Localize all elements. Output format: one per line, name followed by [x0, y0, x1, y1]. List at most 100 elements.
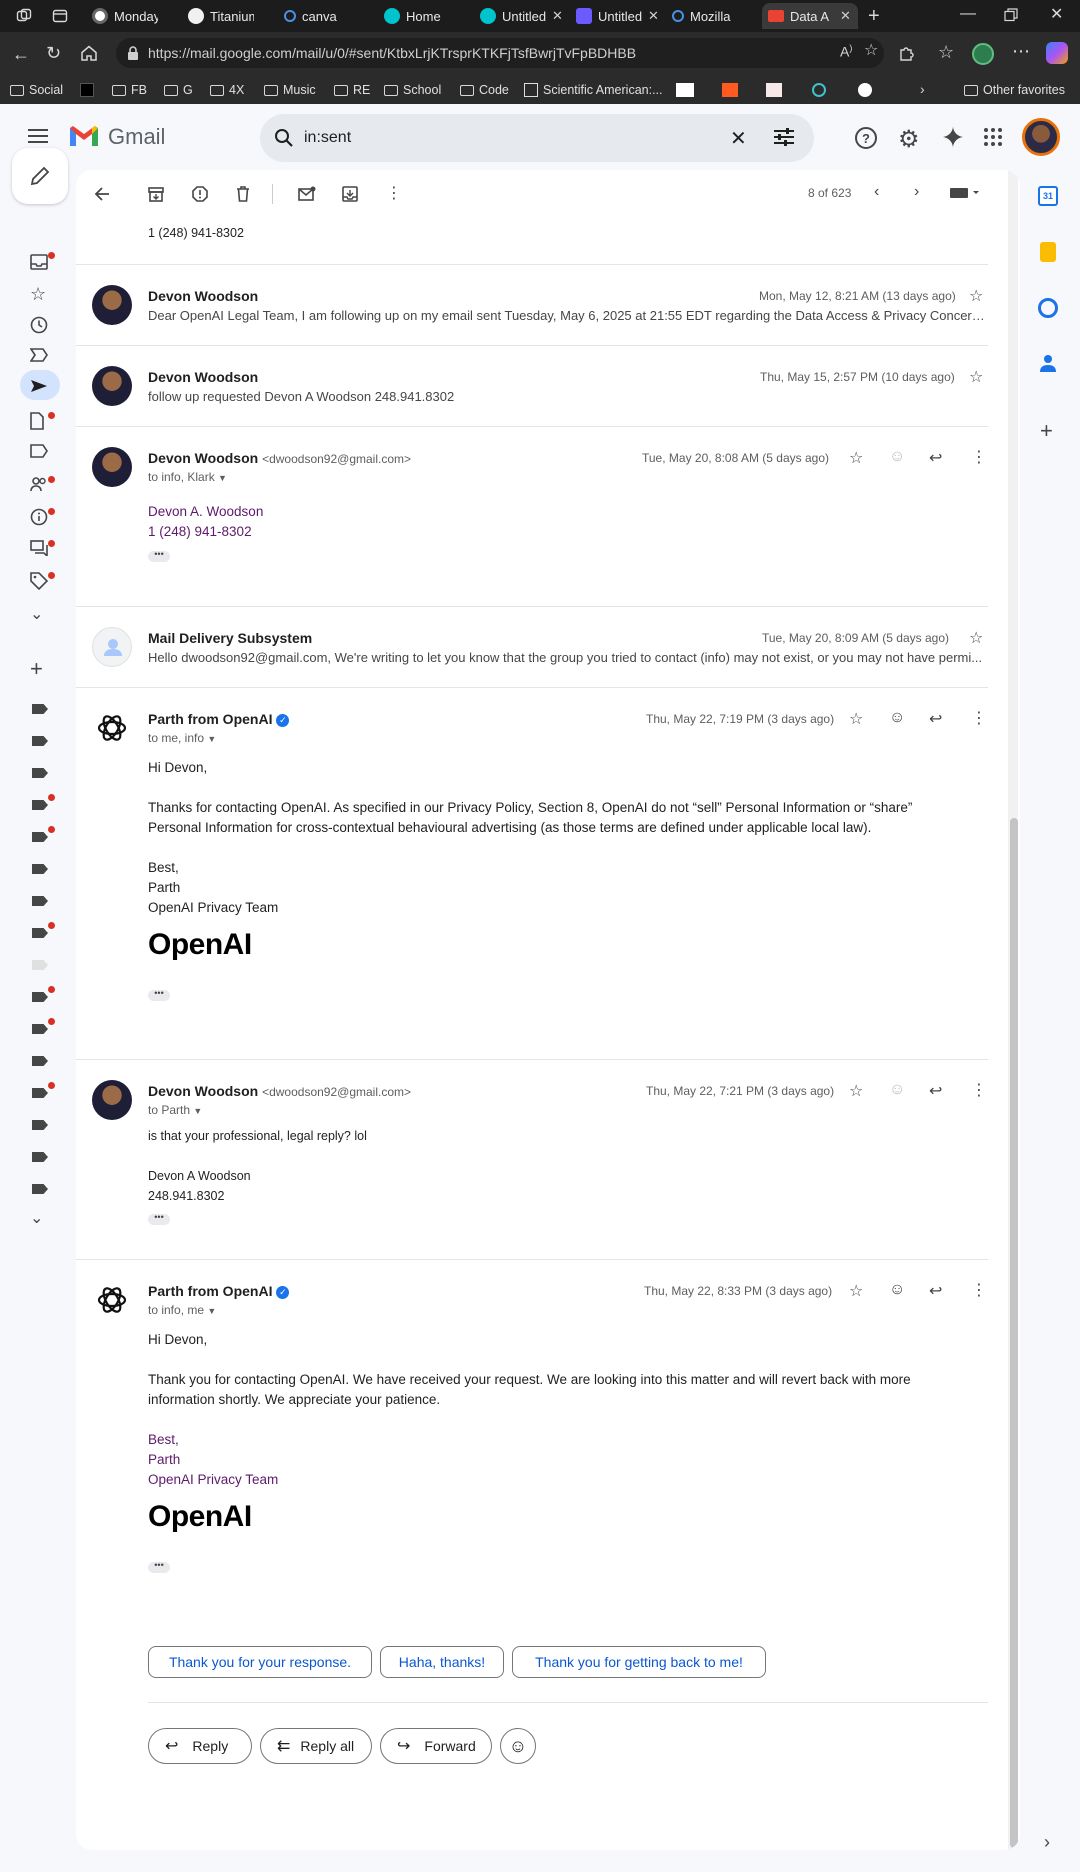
workspaces-icon[interactable] — [16, 8, 32, 24]
search-query-text[interactable]: in:sent — [304, 129, 351, 147]
favorite-star-icon[interactable]: ☆ — [864, 43, 878, 59]
bookmark-music[interactable]: Music — [264, 80, 316, 100]
account-avatar[interactable] — [1022, 118, 1060, 156]
bookmark-scientific-american[interactable]: Scientific American:... — [524, 80, 663, 100]
tab-canva-search[interactable]: canva — [278, 3, 374, 29]
more-actions-vertical-icon[interactable]: ⋮ — [386, 183, 402, 203]
keep-icon[interactable] — [1040, 242, 1056, 262]
refresh-icon[interactable]: ↻ — [46, 44, 61, 62]
add-reaction-emoji-icon[interactable]: ☺ — [889, 709, 905, 727]
more-message-options-icon[interactable]: ⋮ — [971, 1280, 987, 1300]
reply-all-button[interactable]: ⇇ Reply all — [260, 1728, 372, 1764]
sent-icon[interactable] — [30, 379, 48, 393]
site-info-icon[interactable] — [126, 45, 140, 61]
bookmark-site-4[interactable] — [812, 80, 826, 100]
recipients-line[interactable]: to Parth ▼ — [148, 1103, 202, 1117]
more-labels-chevron-down-icon[interactable]: ⌄ — [30, 1208, 43, 1228]
mark-unread-icon[interactable] — [298, 186, 316, 202]
drafts-icon[interactable] — [30, 412, 44, 430]
tab-data-access-active[interactable]: Data A ✕ — [762, 3, 858, 29]
main-menu-icon[interactable] — [28, 128, 48, 144]
label-icon[interactable] — [32, 928, 48, 938]
forums-icon[interactable] — [30, 540, 48, 556]
scrollbar-thumb[interactable] — [1010, 818, 1018, 1848]
label-icon[interactable] — [32, 768, 48, 778]
forward-button[interactable]: ↪ Forward — [380, 1728, 492, 1764]
bookmark-wix[interactable] — [676, 80, 694, 100]
bookmark-other-favorites[interactable]: Other favorites — [964, 80, 1065, 100]
favorites-icon[interactable]: ☆ — [938, 43, 954, 61]
label-icon[interactable] — [32, 960, 48, 970]
message-collapsed-1[interactable]: Devon Woodson Mon, May 12, 8:21 AM (13 d… — [76, 265, 988, 345]
more-message-options-icon[interactable]: ⋮ — [971, 1080, 987, 1100]
bookmark-site-2[interactable] — [722, 80, 738, 100]
message-collapsed-4[interactable]: Mail Delivery Subsystem Tue, May 20, 8:0… — [76, 607, 988, 687]
close-tab-icon[interactable]: ✕ — [648, 8, 659, 24]
label-icon[interactable] — [32, 1152, 48, 1162]
copilot-icon[interactable] — [1046, 42, 1068, 64]
bookmark-social[interactable]: Social — [10, 80, 63, 100]
report-spam-icon[interactable] — [192, 186, 208, 202]
address-bar[interactable]: https://mail.google.com/mail/u/0/#sent/K… — [116, 38, 884, 68]
label-icon[interactable] — [32, 736, 48, 746]
recipients-dropdown-icon[interactable]: ▼ — [193, 1106, 202, 1116]
recipients-line[interactable]: to me, info ▼ — [148, 731, 216, 745]
reply-arrow-icon[interactable]: ↩ — [929, 709, 942, 729]
tab-untitled-1[interactable]: Untitled ✕ — [474, 3, 570, 29]
more-chevron-down-icon[interactable]: ⌄ — [30, 604, 43, 624]
clear-search-icon[interactable]: ✕ — [730, 126, 747, 151]
label-icon[interactable] — [32, 864, 48, 874]
categories-label-icon[interactable] — [30, 444, 48, 458]
bookmark-4x[interactable]: 4X — [210, 80, 244, 100]
bookmark-site-3[interactable] — [766, 80, 782, 100]
show-trimmed-content-icon[interactable]: ••• — [148, 1561, 170, 1573]
promotions-tag-icon[interactable] — [30, 572, 48, 590]
snoozed-clock-icon[interactable] — [30, 316, 48, 334]
star-icon[interactable]: ☆ — [969, 286, 983, 306]
tab-home[interactable]: Home — [378, 3, 474, 29]
profile-avatar[interactable] — [972, 43, 994, 65]
new-tab-icon[interactable]: + — [868, 6, 880, 26]
recipients-dropdown-icon[interactable]: ▼ — [218, 473, 227, 483]
label-icon[interactable] — [32, 1184, 48, 1194]
more-message-options-icon[interactable]: ⋮ — [971, 447, 987, 467]
label-icon[interactable] — [32, 800, 48, 810]
important-icon[interactable] — [30, 348, 48, 362]
bookmark-g[interactable]: G — [164, 80, 193, 100]
close-tab-icon[interactable]: ✕ — [552, 8, 563, 24]
close-tab-icon[interactable]: ✕ — [840, 8, 851, 24]
apps-grid-icon[interactable] — [984, 128, 1002, 146]
reply-arrow-icon[interactable]: ↩ — [929, 1081, 942, 1101]
star-icon[interactable]: ☆ — [969, 367, 983, 387]
show-trimmed-content-icon[interactable]: ••• — [148, 1213, 170, 1225]
recipients-line[interactable]: to info, Klark ▼ — [148, 470, 227, 484]
bookmark-fb[interactable]: FB — [112, 80, 147, 100]
bookmark-school[interactable]: School — [384, 80, 441, 100]
back-to-list-arrow-icon[interactable] — [94, 186, 110, 202]
star-icon[interactable]: ☆ — [969, 628, 983, 648]
bookmark-site-1[interactable] — [80, 80, 94, 100]
more-bookmarks-chevron-icon[interactable]: › — [920, 82, 925, 96]
move-to-icon[interactable] — [342, 186, 358, 202]
contacts-icon[interactable] — [1040, 354, 1056, 372]
search-options-icon[interactable] — [774, 128, 794, 146]
search-bar[interactable]: in:sent ✕ — [260, 114, 814, 162]
smart-reply-haha-thanks[interactable]: Haha, thanks! — [380, 1646, 504, 1678]
search-icon[interactable] — [274, 128, 294, 148]
calendar-icon[interactable]: 31 — [1038, 186, 1058, 206]
reply-arrow-icon[interactable]: ↩ — [929, 1281, 942, 1301]
settings-gear-icon[interactable]: ⚙ — [898, 125, 920, 154]
label-icon[interactable] — [32, 992, 48, 1002]
label-icon[interactable] — [32, 832, 48, 842]
archive-icon[interactable] — [148, 186, 164, 202]
back-icon[interactable]: ← — [12, 45, 30, 63]
message-collapsed-2[interactable]: Devon Woodson Thu, May 15, 2:57 PM (10 d… — [76, 346, 988, 426]
bookmark-site-5[interactable] — [858, 80, 872, 100]
label-icon[interactable] — [32, 1120, 48, 1130]
recipients-dropdown-icon[interactable]: ▼ — [207, 1306, 216, 1316]
show-trimmed-content-icon[interactable]: ••• — [148, 550, 170, 562]
label-icon[interactable] — [32, 1088, 48, 1098]
home-icon[interactable] — [80, 44, 98, 62]
bookmark-re[interactable]: RE — [334, 80, 370, 100]
show-trimmed-content-icon[interactable]: ••• — [148, 989, 170, 1001]
